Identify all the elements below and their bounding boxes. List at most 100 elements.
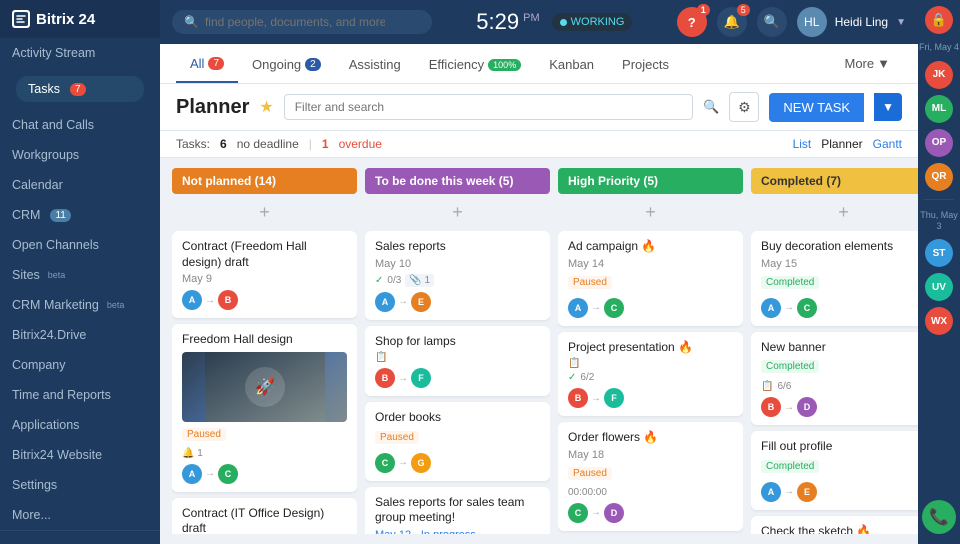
sidebar-item-label: Company (12, 358, 66, 372)
task-card[interactable]: Check the sketch 🔥 📋 4/4 C → F (751, 516, 918, 534)
sidebar-item-settings[interactable]: Settings (0, 470, 160, 500)
more-button[interactable]: More ▼ (833, 48, 903, 79)
sidebar-item-chat[interactable]: Chat and Calls (0, 110, 160, 140)
col-high-priority-add[interactable]: + (558, 200, 743, 225)
col-completed: Completed (7) + Buy decoration elements … (751, 168, 918, 534)
tab-ongoing[interactable]: Ongoing 2 (238, 45, 335, 82)
task-count: 6 (220, 137, 227, 151)
col-this-week-add[interactable]: + (365, 200, 550, 225)
task-card[interactable]: Contract (IT Office Design) draft May 17… (172, 498, 357, 534)
tab-projects[interactable]: Projects (608, 45, 683, 82)
kanban-area: Not planned (14) + Contract (Freedom Hal… (160, 158, 918, 544)
avatar: F (411, 368, 431, 388)
mini-avatar-4[interactable]: QR (925, 163, 953, 191)
task-card-shop-lamps[interactable]: Shop for lamps 📋 B → F (365, 326, 550, 397)
sidebar-item-activity[interactable]: Activity Stream (0, 38, 160, 68)
tab-all[interactable]: All 7 (176, 44, 238, 83)
avatar: B (568, 388, 588, 408)
user-name: Heidi Ling (835, 15, 888, 29)
sidebar-item-label: Applications (12, 418, 79, 432)
sidebar-item-sites[interactable]: Sites beta (0, 260, 160, 290)
tab-kanban[interactable]: Kanban (535, 45, 608, 82)
logo-text: Bitrix 24 (36, 11, 95, 28)
phone-button[interactable]: 📞 (922, 500, 956, 534)
star-icon[interactable]: ★ (259, 97, 273, 117)
new-task-button[interactable]: NEW TASK (769, 93, 864, 122)
mini-avatar-3[interactable]: OP (925, 129, 953, 157)
search-button[interactable]: 🔍 (757, 7, 787, 37)
search-box[interactable]: 🔍 (172, 10, 432, 34)
task-card[interactable]: Freedom Hall design 🚀 Paused 🔔 1 A → C (172, 324, 357, 492)
svg-text:🚀: 🚀 (255, 377, 275, 396)
task-card[interactable]: Sales reports for sales team group meeti… (365, 487, 550, 534)
settings-button[interactable]: ⚙ (729, 92, 759, 122)
sidebar-item-workgroups[interactable]: Workgroups (0, 140, 160, 170)
task-card[interactable]: Buy decoration elements May 15 Completed… (751, 231, 918, 326)
bell-button[interactable]: 🔔 5 (717, 7, 747, 37)
sidebar-item-open-channels[interactable]: Open Channels (0, 230, 160, 260)
planner-header: Planner ★ 🔍 ⚙ NEW TASK ▼ (160, 84, 918, 131)
col-not-planned-add[interactable]: + (172, 200, 357, 225)
sidebar-item-calendar[interactable]: Calendar (0, 170, 160, 200)
filter-input[interactable] (284, 94, 694, 120)
task-card-fill-profile[interactable]: Fill out profile Completed A → E (751, 431, 918, 510)
list-view-button[interactable]: List (793, 137, 812, 151)
avatar: B (375, 368, 395, 388)
avatar: D (797, 397, 817, 417)
tab-efficiency-badge: 100% (488, 59, 521, 71)
col-this-week: To be done this week (5) + Sales reports… (365, 168, 550, 534)
planner-title: Planner (176, 96, 249, 119)
sidebar-item-more[interactable]: More... (0, 500, 160, 530)
sidebar-item-website[interactable]: Bitrix24 Website (0, 440, 160, 470)
sidebar-item-crm[interactable]: CRM 11 (0, 200, 160, 230)
task-summary: Tasks: 6 no deadline | 1 overdue List Pl… (160, 131, 918, 158)
sidebar-item-label: Workgroups (12, 148, 79, 162)
mini-avatar-7[interactable]: WX (925, 307, 953, 335)
avatar: D (604, 503, 624, 523)
tab-all-badge: 7 (208, 57, 224, 70)
mini-avatar-6[interactable]: UV (925, 273, 953, 301)
time-display: 5:29 PM WORKING (442, 9, 667, 35)
col-completed-add[interactable]: + (751, 200, 918, 225)
configure-menu[interactable]: ⚙ CONFIGURE MENU (0, 537, 160, 544)
sidebar-item-crm-marketing[interactable]: CRM Marketing beta (0, 290, 160, 320)
task-card[interactable]: Contract (Freedom Hall design) draft May… (172, 231, 357, 318)
planner-view-button[interactable]: Planner (821, 137, 862, 151)
sidebar-item-reports[interactable]: Time and Reports (0, 380, 160, 410)
avatar: C (797, 298, 817, 318)
mini-avatar-1[interactable]: JK (925, 61, 953, 89)
task-card[interactable]: Project presentation 🔥 📋 ✓ 6/2 B → F (558, 332, 743, 417)
user-area[interactable]: HL Heidi Ling ▼ (797, 7, 906, 37)
main-panel: 🔍 5:29 PM WORKING ? 1 🔔 5 🔍 HL Heidi Lin… (160, 0, 918, 544)
col-high-priority: High Priority (5) + Ad campaign 🔥 May 14… (558, 168, 743, 534)
logo-icon (12, 10, 30, 28)
task-card[interactable]: New banner Completed 📋 6/6 B → D (751, 332, 918, 426)
task-card[interactable]: Order books Paused C → G (365, 402, 550, 481)
sidebar-item-applications[interactable]: Applications (0, 410, 160, 440)
search-input[interactable] (205, 15, 385, 29)
sidebar-item-label: More... (12, 508, 51, 522)
tasks-badge: 7 (70, 83, 86, 96)
task-card[interactable]: Order flowers 🔥 May 18 Paused 00:00:00 C… (558, 422, 743, 531)
task-card[interactable]: Ad campaign 🔥 May 14 Paused A → C (558, 231, 743, 326)
lock-button[interactable]: 🔒 (925, 6, 953, 34)
mini-avatar-5[interactable]: ST (925, 239, 953, 267)
question-button[interactable]: ? 1 (677, 7, 707, 37)
sidebar-item-company[interactable]: Company (0, 350, 160, 380)
tab-assisting[interactable]: Assisting (335, 45, 415, 82)
col-not-planned-header: Not planned (14) (172, 168, 357, 194)
sidebar-item-drive[interactable]: Bitrix24.Drive (0, 320, 160, 350)
tab-efficiency[interactable]: Efficiency 100% (415, 45, 535, 82)
avatar: B (761, 397, 781, 417)
task-card[interactable]: Sales reports May 10 ✓ 0/3 📎 1 A → E (365, 231, 550, 320)
mini-avatar-2[interactable]: ML (925, 95, 953, 123)
working-status[interactable]: WORKING (552, 13, 633, 31)
avatar: C (218, 464, 238, 484)
gantt-view-button[interactable]: Gantt (873, 137, 902, 151)
avatar: E (797, 482, 817, 502)
sidebar-item-label: Sites (12, 268, 40, 282)
new-task-arrow-button[interactable]: ▼ (874, 93, 902, 121)
sidebar-item-tasks[interactable]: Tasks 7 (16, 76, 144, 102)
date-label-2: Thu, May 3 (918, 208, 960, 234)
sidebar-item-label: Chat and Calls (12, 118, 94, 132)
